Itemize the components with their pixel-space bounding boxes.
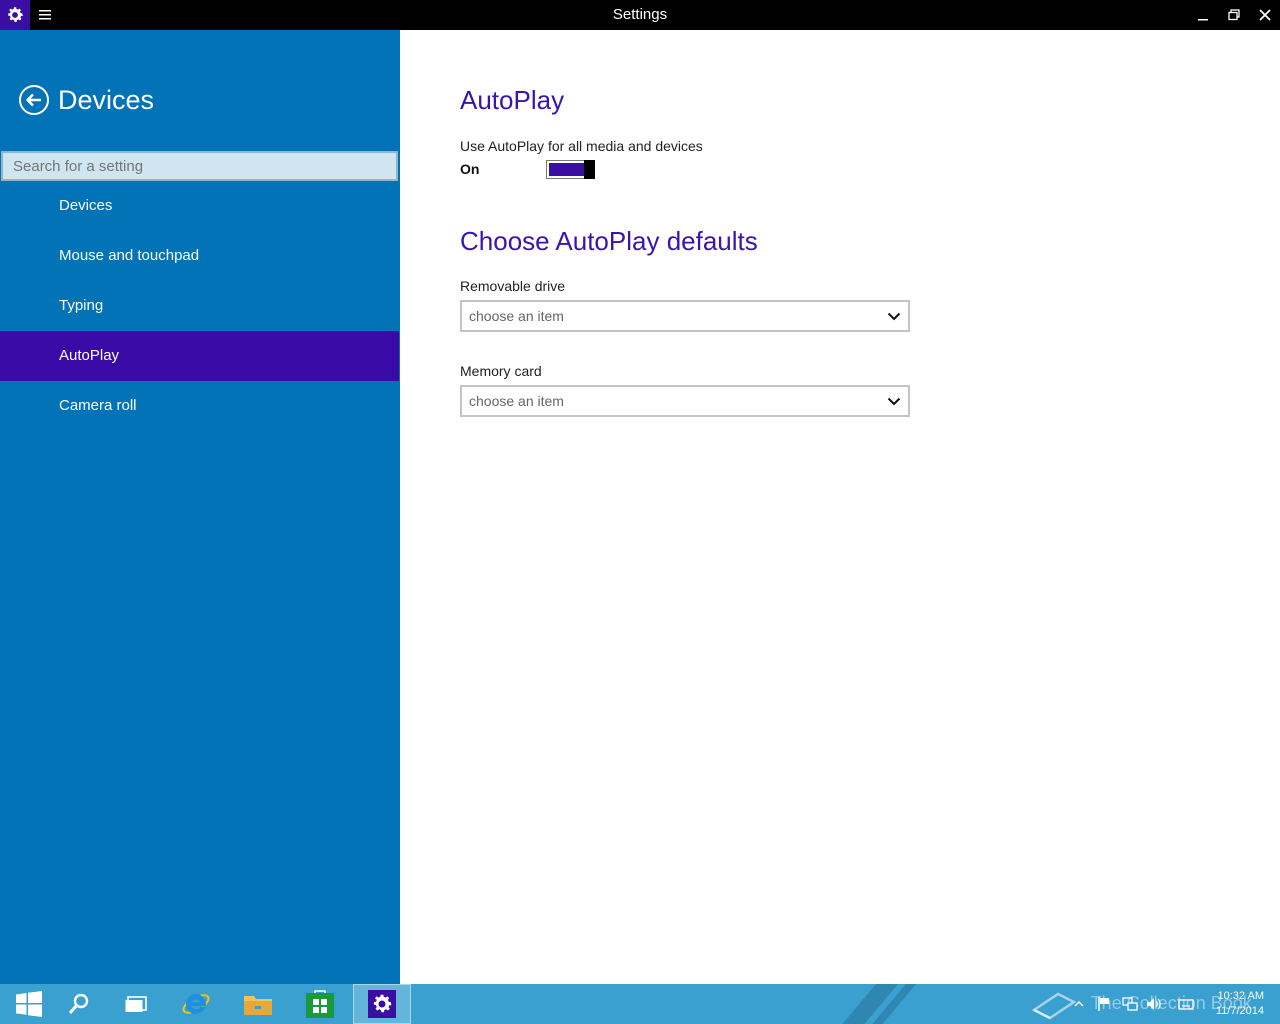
page-title: AutoPlay	[460, 85, 565, 115]
autoplay-toggle-label: Use AutoPlay for all media and devices	[460, 138, 703, 154]
memory-card-value: choose an item	[469, 393, 564, 409]
chevron-down-icon	[887, 312, 901, 321]
sidebar-header: Devices	[18, 84, 154, 116]
volume-icon[interactable]	[1146, 996, 1162, 1012]
section-title: Devices	[58, 84, 155, 115]
close-button[interactable]	[1249, 0, 1280, 30]
restore-icon	[1228, 9, 1240, 21]
sidebar-item-mouse-and-touchpad[interactable]: Mouse and touchpad	[0, 231, 399, 281]
restore-button[interactable]	[1218, 0, 1250, 30]
search-icon	[68, 993, 89, 1014]
sidebar-item-camera-roll[interactable]: Camera roll	[0, 381, 399, 431]
sidebar-item-typing[interactable]: Typing	[0, 281, 399, 331]
memory-card-label: Memory card	[460, 363, 542, 379]
back-arrow-icon[interactable]	[18, 84, 50, 116]
removable-drive-value: choose an item	[469, 308, 564, 324]
chevron-up-icon[interactable]	[1073, 996, 1085, 1012]
nav-list: Devices Mouse and touchpad Typing AutoPl…	[0, 181, 399, 431]
minimize-button[interactable]	[1187, 0, 1219, 30]
search-button[interactable]	[50, 984, 108, 1024]
network-icon[interactable]	[1122, 996, 1138, 1012]
removable-drive-label: Removable drive	[460, 278, 566, 294]
store-icon	[306, 990, 334, 1018]
title-bar: Settings	[0, 0, 1280, 30]
clock[interactable]: 10:32 AM 11/7/2014	[1216, 989, 1264, 1019]
search-input[interactable]	[1, 151, 398, 181]
memory-card-select[interactable]: choose an item	[460, 385, 910, 417]
settings-taskbar-button[interactable]	[353, 984, 411, 1024]
autoplay-toggle-state: On	[460, 161, 480, 177]
windows-logo-icon	[16, 991, 42, 1017]
sidebar-item-devices[interactable]: Devices	[0, 181, 399, 231]
keyboard-icon[interactable]	[1178, 996, 1194, 1012]
settings-gear-icon	[368, 990, 396, 1018]
toggle-thumb[interactable]	[584, 160, 595, 179]
sidebar: Devices Devices Mouse and touchpad Typin…	[0, 30, 400, 984]
internet-explorer-icon	[182, 993, 210, 1014]
store-button[interactable]	[291, 984, 349, 1024]
task-view-button[interactable]	[107, 984, 165, 1024]
close-icon	[1259, 9, 1271, 21]
file-explorer-button[interactable]	[229, 984, 287, 1024]
flag-icon[interactable]	[1097, 996, 1111, 1012]
sidebar-item-autoplay[interactable]: AutoPlay	[0, 331, 399, 381]
chevron-down-icon	[887, 397, 901, 406]
window-title: Settings	[612, 6, 668, 23]
autoplay-toggle[interactable]	[546, 160, 595, 179]
defaults-heading: Choose AutoPlay defaults	[460, 226, 758, 256]
taskbar: The Collection Book 10:32 AM 11/7/2014	[0, 984, 1280, 1024]
removable-drive-select[interactable]: choose an item	[460, 300, 910, 332]
clock-date: 11/7/2014	[1215, 1005, 1264, 1017]
internet-explorer-button[interactable]	[167, 984, 225, 1024]
book-icon	[1031, 992, 1077, 1020]
task-view-icon	[125, 996, 147, 1012]
clock-time: 10:32 AM	[1217, 990, 1264, 1002]
toggle-fill	[549, 163, 585, 176]
folder-icon	[244, 996, 272, 1015]
minimize-icon	[1198, 19, 1208, 21]
